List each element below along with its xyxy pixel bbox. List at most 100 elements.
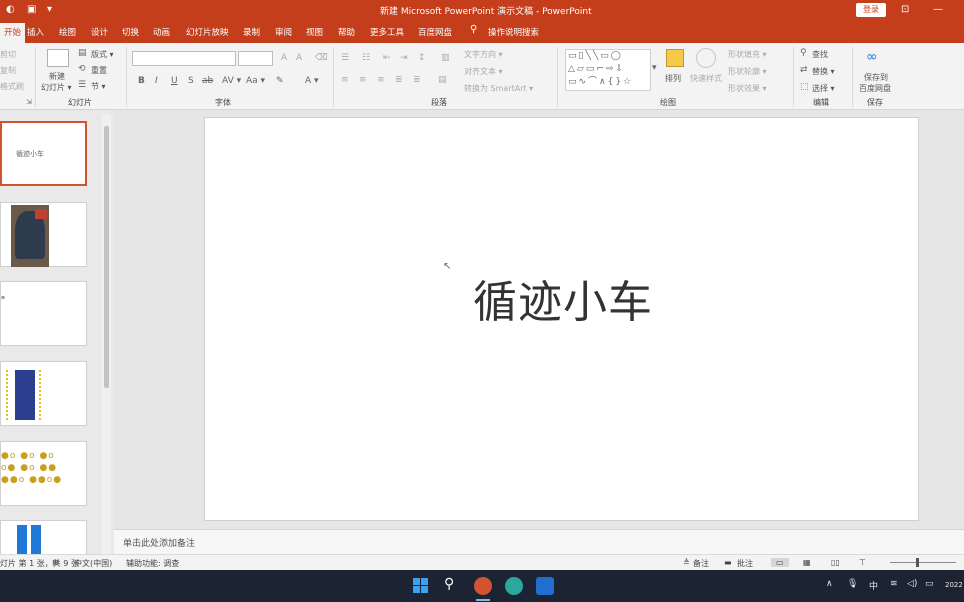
slide-thumbnail-5[interactable]: ●o ●o ●o o● ●o ●● ●●o ●●o● bbox=[0, 441, 87, 506]
bullets-icon[interactable]: ☰ bbox=[341, 53, 349, 63]
tab-insert[interactable]: 插入 bbox=[27, 26, 44, 38]
columns-icon[interactable]: ▥ bbox=[441, 53, 450, 63]
align-left-icon[interactable]: ≡ bbox=[341, 75, 349, 85]
slide-thumbnail-3[interactable]: ▪ bbox=[0, 281, 87, 346]
slide-thumbnail-1[interactable]: 循迹小车 bbox=[0, 121, 87, 186]
tab-draw[interactable]: 绘图 bbox=[59, 26, 76, 38]
slide-title[interactable]: 循迹小车 bbox=[473, 266, 653, 330]
font-size-box[interactable] bbox=[238, 51, 273, 66]
decrease-indent-icon[interactable]: ⇤ bbox=[383, 53, 391, 63]
clear-format-icon[interactable]: ⌫ bbox=[315, 53, 328, 63]
text-direction-button[interactable]: 文字方向 ▾ bbox=[464, 49, 503, 60]
justify-icon[interactable]: ≣ bbox=[395, 75, 403, 85]
zoom-slider[interactable] bbox=[890, 562, 956, 563]
shape-outline-button[interactable]: 形状轮廓 ▾ bbox=[728, 66, 767, 77]
layout-button[interactable]: 版式 ▾ bbox=[91, 49, 114, 60]
language-indicator[interactable]: 中文(中国) bbox=[74, 558, 112, 569]
numbering-icon[interactable]: ☷ bbox=[362, 53, 370, 63]
wifi-icon[interactable]: ≋ bbox=[890, 579, 898, 589]
line-spacing-icon[interactable]: ↕ bbox=[418, 53, 426, 63]
smartart-button[interactable]: 转换为 SmartArt ▾ bbox=[464, 83, 533, 94]
replace-button[interactable]: 替换 ▾ bbox=[812, 66, 835, 77]
distribute-icon[interactable]: ≣ bbox=[413, 75, 421, 85]
edge-icon[interactable] bbox=[505, 577, 523, 595]
tab-baidu-netdisk[interactable]: 百度网盘 bbox=[418, 26, 452, 38]
battery-icon[interactable]: ▭ bbox=[925, 579, 934, 589]
login-button[interactable]: 登录 bbox=[856, 3, 886, 17]
slideshow-icon[interactable]: ⊤ bbox=[859, 558, 866, 567]
zoom-slider-thumb[interactable] bbox=[916, 558, 919, 567]
reading-view-icon[interactable]: ▯▯ bbox=[831, 558, 840, 567]
shape-effects-button[interactable]: 形状效果 ▾ bbox=[728, 83, 767, 94]
notes-pane[interactable]: 单击此处添加备注 bbox=[114, 529, 964, 554]
new-slide-icon[interactable] bbox=[47, 49, 69, 67]
find-button[interactable]: 查找 bbox=[812, 49, 828, 60]
search-icon[interactable]: ⚲ bbox=[444, 576, 454, 592]
shape-fill-button[interactable]: 形状填充 ▾ bbox=[728, 49, 767, 60]
start-icon[interactable] bbox=[412, 577, 430, 595]
tray-chevron-icon[interactable]: ∧ bbox=[826, 579, 833, 589]
tab-design[interactable]: 设计 bbox=[91, 26, 108, 38]
slide-thumbnail-4[interactable] bbox=[0, 361, 87, 426]
reset-button[interactable]: 重置 bbox=[91, 65, 107, 76]
char-spacing-button[interactable]: AV ▾ bbox=[222, 76, 241, 86]
tab-transitions[interactable]: 切换 bbox=[122, 26, 139, 38]
scrollbar-thumb[interactable] bbox=[104, 126, 109, 388]
ime-indicator[interactable]: 中 bbox=[869, 579, 878, 592]
save-icon[interactable]: ▣ bbox=[27, 3, 36, 17]
customize-qat-icon[interactable]: ▾ bbox=[47, 3, 52, 17]
slide-thumbnail-6[interactable] bbox=[0, 520, 87, 555]
slide-thumbnail-2[interactable] bbox=[0, 202, 87, 267]
spellcheck-icon[interactable]: ⊟ bbox=[52, 558, 59, 567]
ribbon-display-icon[interactable]: ⊡ bbox=[901, 3, 909, 17]
tab-help[interactable]: 帮助 bbox=[338, 26, 355, 38]
copy-button[interactable]: 复制 bbox=[0, 65, 16, 76]
tab-review[interactable]: 审阅 bbox=[275, 26, 292, 38]
accessibility-status[interactable]: 辅助功能: 调查 bbox=[126, 558, 179, 569]
font-color-button[interactable]: A ▾ bbox=[305, 76, 319, 86]
cut-button[interactable]: 剪切 bbox=[0, 49, 16, 60]
shrink-font-icon[interactable]: A bbox=[296, 53, 302, 63]
highlight-icon[interactable]: ✎ bbox=[276, 76, 284, 86]
autosave-icon[interactable]: ◐ bbox=[6, 3, 15, 17]
tell-me-search[interactable]: 操作说明搜索 bbox=[488, 26, 539, 38]
grow-font-icon[interactable]: A bbox=[281, 53, 287, 63]
current-slide[interactable]: ↖ 循迹小车 bbox=[204, 117, 919, 521]
save-to-label[interactable]: 保存到 bbox=[864, 72, 888, 83]
microphone-icon[interactable]: 🎙 bbox=[847, 579, 858, 589]
tab-animations[interactable]: 动画 bbox=[153, 26, 170, 38]
thumbnail-scrollbar[interactable] bbox=[102, 114, 111, 554]
strikethrough-button[interactable]: ab bbox=[202, 76, 213, 86]
minimize-icon[interactable]: — bbox=[933, 3, 943, 17]
powerpoint-taskbar-icon[interactable] bbox=[474, 577, 492, 595]
align-right-icon[interactable]: ≡ bbox=[377, 75, 385, 85]
tab-record[interactable]: 录制 bbox=[243, 26, 260, 38]
tab-slideshow[interactable]: 幻灯片放映 bbox=[186, 26, 229, 38]
tab-home[interactable]: 开始 bbox=[0, 23, 26, 43]
new-slide-dropdown[interactable]: 幻灯片 ▾ bbox=[41, 82, 72, 93]
tab-view[interactable]: 视图 bbox=[306, 26, 323, 38]
clipboard-launcher-icon[interactable]: ⇲ bbox=[26, 97, 32, 107]
shadow-button[interactable]: S bbox=[188, 76, 194, 86]
column-layout-icon[interactable]: ▤ bbox=[438, 75, 447, 85]
tab-more-tools[interactable]: 更多工具 bbox=[370, 26, 404, 38]
shapes-more-icon[interactable]: ▾ bbox=[652, 63, 657, 73]
notes-placeholder[interactable]: 单击此处添加备注 bbox=[123, 536, 195, 549]
section-button[interactable]: 节 ▾ bbox=[91, 81, 106, 92]
font-name-box[interactable] bbox=[132, 51, 236, 66]
format-painter-button[interactable]: 格式刷 bbox=[0, 81, 24, 92]
align-text-button[interactable]: 对齐文本 ▾ bbox=[464, 66, 503, 77]
clock[interactable]: 2022 bbox=[945, 581, 963, 589]
underline-button[interactable]: U bbox=[171, 76, 178, 86]
new-slide-button[interactable]: 新建 bbox=[49, 71, 65, 82]
photos-icon[interactable] bbox=[536, 577, 554, 595]
increase-indent-icon[interactable]: ⇥ bbox=[400, 53, 408, 63]
slide-sorter-icon[interactable]: ▦ bbox=[803, 558, 811, 567]
baidu-netdisk-label[interactable]: 百度网盘 bbox=[859, 83, 891, 94]
normal-view-icon[interactable]: ▭ bbox=[771, 558, 789, 567]
italic-button[interactable]: I bbox=[155, 76, 158, 86]
align-center-icon[interactable]: ≡ bbox=[359, 75, 367, 85]
change-case-button[interactable]: Aa ▾ bbox=[246, 76, 265, 86]
select-button[interactable]: 选择 ▾ bbox=[812, 83, 835, 94]
volume-icon[interactable]: ◁) bbox=[907, 579, 917, 589]
